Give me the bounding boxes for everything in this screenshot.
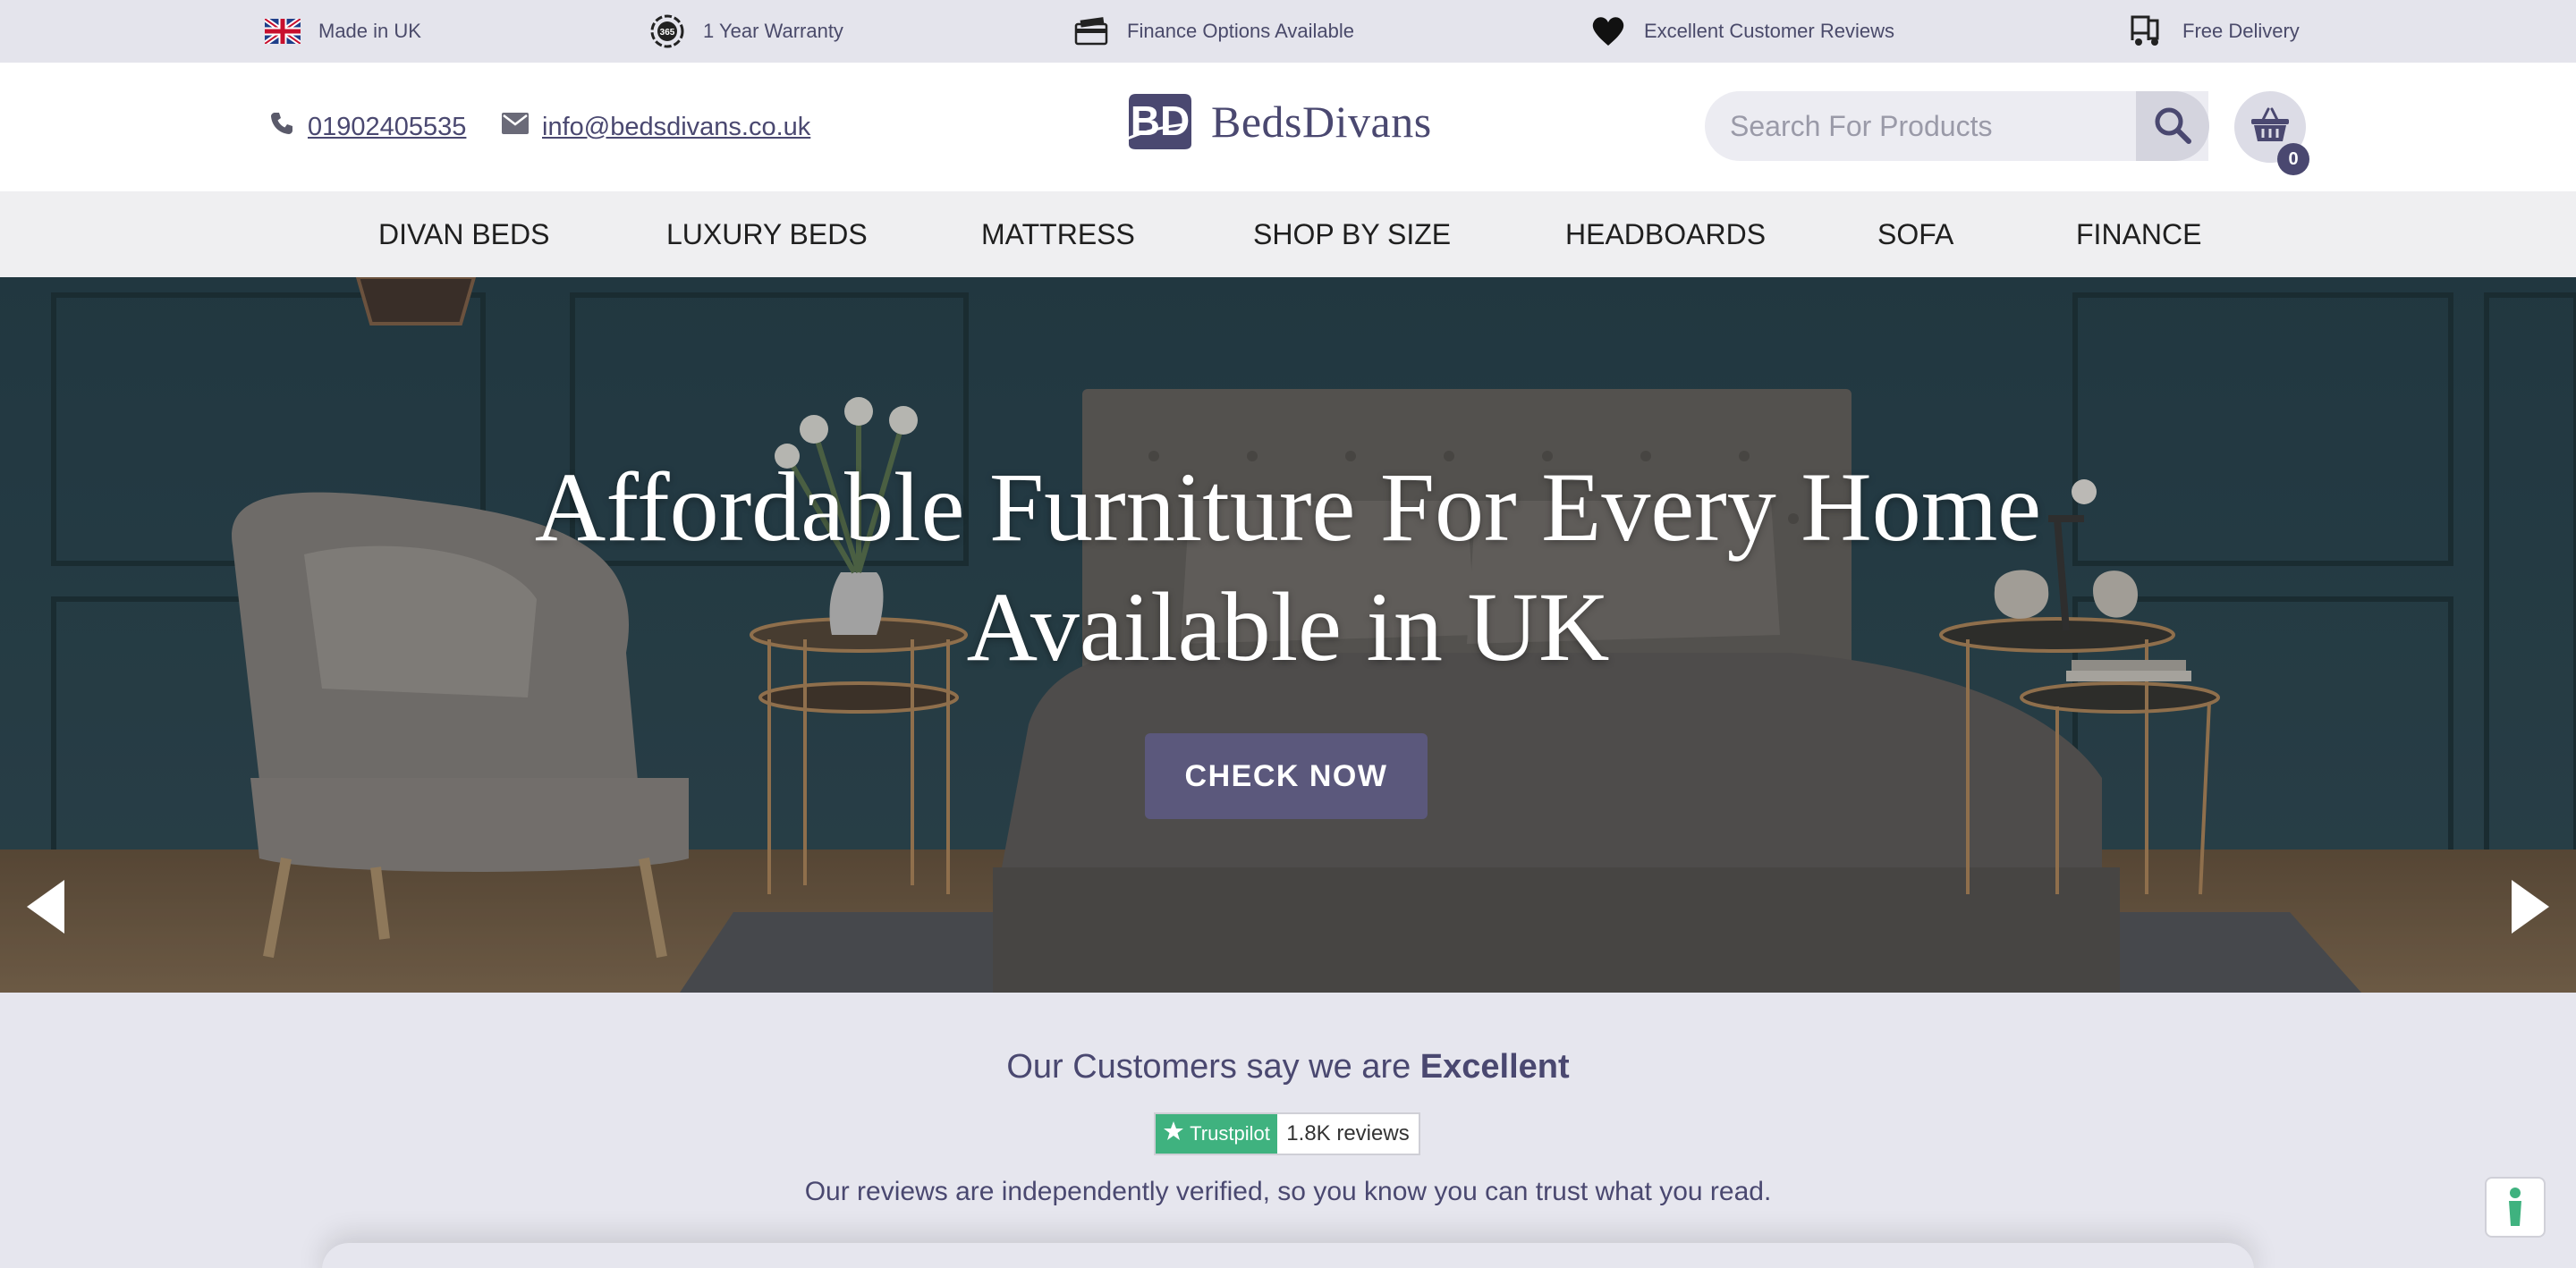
hero-title-line-1: Affordable Furniture For Every Home [534,452,2042,562]
phone-contact: 01902405535 [268,63,466,191]
nav-divan-beds[interactable]: DIVAN BEDS [378,191,549,277]
nav-shop-by-size[interactable]: SHOP BY SIZE [1253,191,1451,277]
main-nav: DIVAN BEDS LUXURY BEDS MATTRESS SHOP BY … [0,191,2576,277]
reviews-heading-prefix: Our Customers say we are [1006,1048,1420,1086]
reviews-heading: Our Customers say we are Excellent [0,1048,2576,1086]
carousel-prev-button[interactable] [23,878,68,935]
hero-title-line-2: Available in UK [966,572,1610,681]
accessibility-icon [2509,1188,2521,1226]
cart-count-badge: 0 [2277,143,2309,175]
heart-icon [1590,13,1626,49]
credit-card-icon [1073,13,1109,49]
trustpilot-badge: Trustpilot [1156,1114,1277,1154]
usp-warranty: 365 1 Year Warranty [649,0,843,63]
nav-finance[interactable]: FINANCE [2076,191,2201,277]
trustpilot-label: Trustpilot [1190,1122,1270,1145]
delivery-icon [2129,13,2165,49]
email-link[interactable]: info@bedsdivans.co.uk [542,113,810,142]
reviews-card-top [322,1243,2254,1268]
check-now-button[interactable]: CHECK NOW [1145,733,1428,819]
carousel-next-button[interactable] [2508,878,2553,935]
svg-text:365: 365 [660,28,675,38]
usp-label: Finance Options Available [1127,20,1354,42]
usp-label: 1 Year Warranty [703,20,843,42]
usp-label: Free Delivery [2182,20,2300,42]
svg-text:BD: BD [1131,97,1190,144]
search-icon [2153,106,2192,148]
site-header: 01902405535 info@bedsdivans.co.uk BD Bed… [0,63,2576,191]
nav-headboards[interactable]: HEADBOARDS [1565,191,1766,277]
search-button[interactable] [2136,91,2209,161]
email-icon [501,112,530,142]
chevron-right-icon [2512,880,2549,934]
star-icon [1163,1120,1184,1147]
nav-luxury-beds[interactable]: LUXURY BEDS [666,191,868,277]
phone-icon [268,110,295,144]
trustpilot-widget[interactable]: Trustpilot 1.8K reviews [1154,1112,1420,1155]
usp-delivery: Free Delivery [2129,0,2300,63]
usp-made-in-uk: Made in UK [265,0,421,63]
basket-icon [2249,106,2292,149]
phone-link[interactable]: 01902405535 [308,113,466,142]
usp-reviews: Excellent Customer Reviews [1590,0,1894,63]
nav-mattress[interactable]: MATTRESS [981,191,1135,277]
site-logo[interactable]: BD BedsDivans [1123,89,1432,154]
trustpilot-review-count: 1.8K reviews [1286,1121,1410,1145]
hero-title: Affordable Furniture For Every Home Avai… [0,447,2576,687]
nav-sofa[interactable]: SOFA [1877,191,1953,277]
usp-label: Made in UK [318,20,421,42]
accessibility-button[interactable] [2485,1177,2546,1238]
logo-text: BedsDivans [1211,97,1432,147]
logo-mark-icon: BD [1123,89,1197,156]
warranty-badge-icon: 365 [649,13,685,49]
usp-finance: Finance Options Available [1073,0,1354,63]
reviews-heading-emphasis: Excellent [1419,1048,1570,1086]
usp-bar: Made in UK 365 1 Year Warranty Finance O… [0,0,2576,63]
usp-label: Excellent Customer Reviews [1644,20,1894,42]
email-contact: info@bedsdivans.co.uk [501,63,810,191]
reviews-subtext: Our reviews are independently verified, … [804,1177,1772,1206]
chevron-left-icon [27,880,64,934]
uk-flag-icon [265,13,301,49]
search-box [1705,91,2208,161]
